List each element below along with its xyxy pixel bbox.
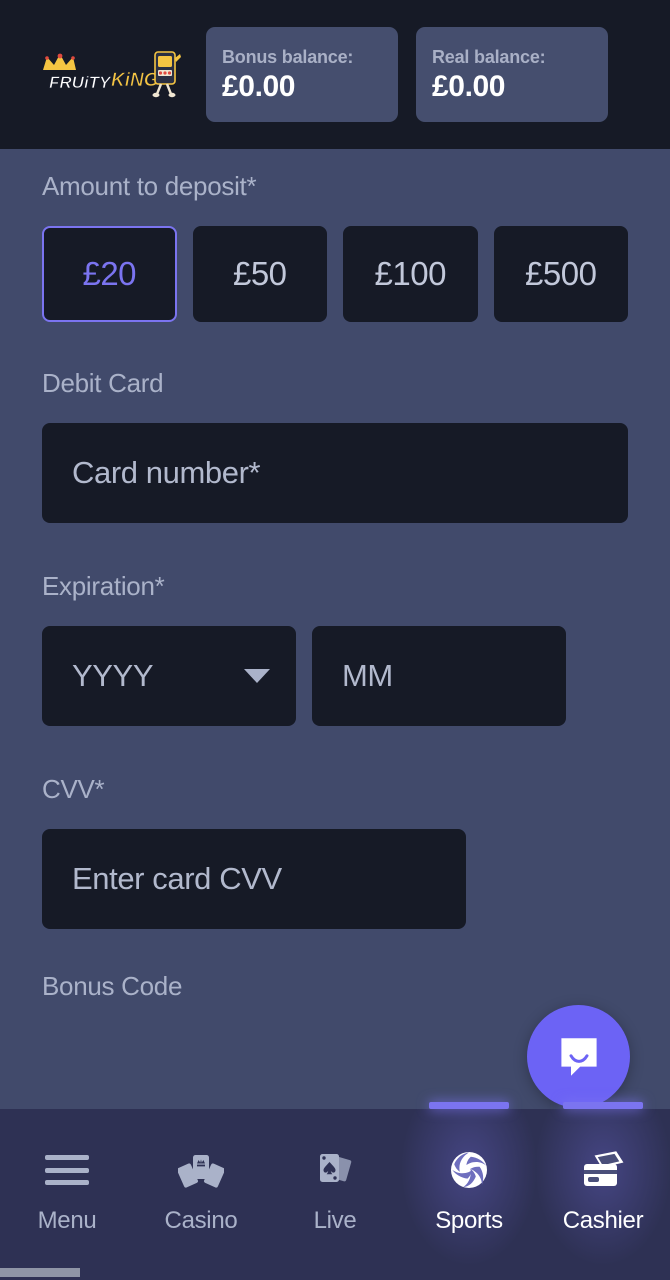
amount-chip-50[interactable]: £50 [192,226,327,322]
real-balance-card: Real balance: £0.00 [416,27,608,122]
fruity-king-logo[interactable]: FRUiTY KiNG [28,40,188,110]
app-header: FRUiTY KiNG Bonus balance: £0.00 Real ba… [0,0,670,149]
svg-text:FRUiTY: FRUiTY [49,73,112,92]
nav-label-live: Live [313,1207,357,1234]
nav-label-menu: Menu [37,1207,97,1234]
cvv-input[interactable]: Enter card CVV [42,829,466,929]
wallet-card-icon [577,1147,629,1193]
deposit-screen: FRUiTY KiNG Bonus balance: £0.00 Real ba… [0,0,670,1280]
amount-to-deposit-label: Amount to deposit* [42,171,257,201]
bonus-balance-label: Bonus balance: [222,46,354,67]
card-number-placeholder: Card number* [72,455,261,490]
expiration-label: Expiration* [42,571,165,601]
ace-of-spades-icon [309,1147,361,1193]
nav-item-menu[interactable]: Menu [0,1109,134,1264]
chat-bubble-smile-icon [560,1037,597,1076]
playing-cards-crown-icon [175,1147,227,1193]
amount-chip-500[interactable]: £500 [493,226,628,322]
nav-item-cashier[interactable]: Cashier [536,1109,670,1264]
scrollbar-thumb[interactable] [0,1268,80,1277]
crown-slot-machine-logo-svg: FRUiTY KiNG [43,50,181,97]
amount-chip-20[interactable]: £20 [42,226,177,322]
nav-item-live[interactable]: Live [268,1109,402,1264]
nav-item-casino[interactable]: Casino [134,1109,268,1264]
expiration-month-placeholder: MM [342,658,393,693]
expiration-year-placeholder: YYYY [72,658,154,693]
expiration-row: YYYY MM [42,626,628,726]
amount-options-group: £20 £50 £100 £500 [42,226,628,322]
amount-chip-100[interactable]: £100 [343,226,478,322]
nav-label-casino: Casino [164,1207,238,1234]
cvv-placeholder: Enter card CVV [72,861,282,896]
nav-label-sports: Sports [435,1207,503,1234]
bottom-navigation: Menu Casino Live Sports Cashier [0,1109,670,1264]
bonus-balance-card: Bonus balance: £0.00 [206,27,398,122]
chevron-down-icon [244,669,270,683]
nav-label-cashier: Cashier [562,1207,644,1234]
nav-item-sports[interactable]: Sports [402,1109,536,1264]
volleyball-icon [443,1147,495,1193]
real-balance-label: Real balance: [432,46,546,67]
svg-text:KiNG: KiNG [111,70,159,91]
bonus-balance-value: £0.00 [222,70,296,104]
hamburger-menu-icon [41,1147,93,1193]
bonus-code-label: Bonus Code [42,971,183,1001]
expiration-year-select[interactable]: YYYY [42,626,296,726]
cvv-label: CVV* [42,774,105,804]
real-balance-value: £0.00 [432,70,506,104]
card-number-input[interactable]: Card number* [42,423,628,523]
deposit-form: Amount to deposit* £20 £50 £100 £500 Deb… [0,149,670,1109]
horizontal-scrollbar[interactable] [0,1264,670,1280]
debit-card-label: Debit Card [42,368,164,398]
expiration-month-input[interactable]: MM [312,626,566,726]
chat-widget-button[interactable] [527,1005,630,1108]
